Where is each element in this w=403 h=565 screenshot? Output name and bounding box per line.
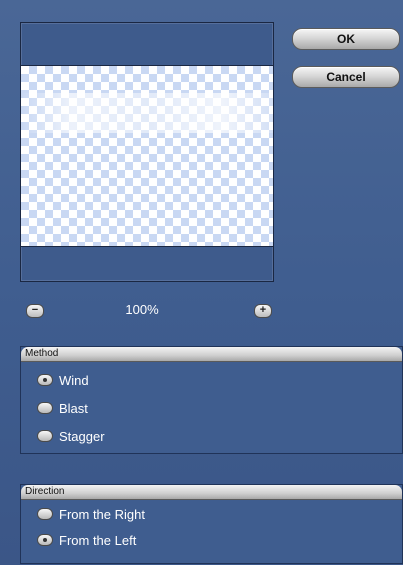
method-option-label: Blast (59, 400, 88, 416)
radio-button-icon[interactable] (37, 402, 53, 414)
cancel-button[interactable]: Cancel (292, 66, 400, 88)
direction-group: Direction From the Right From the Left (20, 484, 403, 564)
radio-button-icon[interactable] (37, 534, 53, 546)
direction-option-from-right[interactable]: From the Right (37, 505, 145, 523)
zoom-out-button[interactable]: − (26, 304, 44, 318)
direction-option-from-left[interactable]: From the Left (37, 531, 136, 549)
method-group-header: Method (21, 347, 402, 362)
direction-option-label: From the Right (59, 506, 145, 522)
method-option-wind[interactable]: Wind (37, 371, 89, 389)
ok-button[interactable]: OK (292, 28, 400, 50)
preview-wind-effect (21, 93, 273, 133)
method-option-label: Wind (59, 372, 89, 388)
method-option-blast[interactable]: Blast (37, 399, 88, 417)
zoom-level: 100% (125, 302, 159, 317)
zoom-in-button[interactable]: + (254, 304, 272, 318)
preview-panel (20, 22, 274, 282)
radio-button-icon[interactable] (37, 508, 53, 520)
radio-button-icon[interactable] (37, 430, 53, 442)
method-option-label: Stagger (59, 428, 105, 444)
method-group: Method Wind Blast Stagger (20, 346, 403, 454)
direction-group-header: Direction (21, 485, 402, 500)
radio-button-icon[interactable] (37, 374, 53, 386)
direction-option-label: From the Left (59, 532, 137, 548)
method-option-stagger[interactable]: Stagger (37, 427, 105, 445)
